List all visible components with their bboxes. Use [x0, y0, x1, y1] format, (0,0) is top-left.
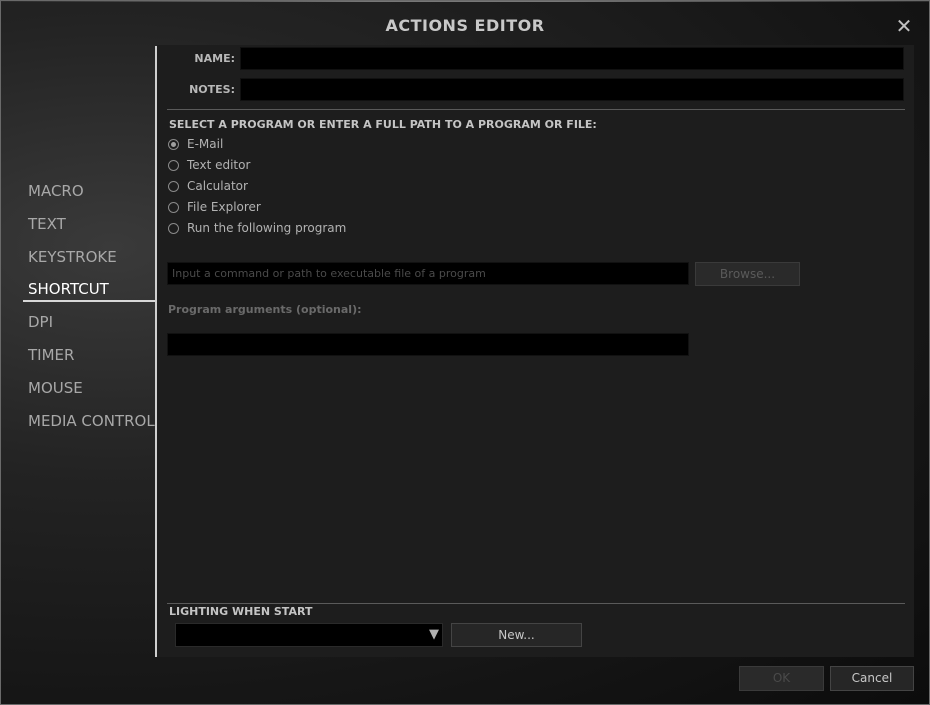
- radio-text-editor[interactable]: Text editor: [168, 157, 250, 173]
- window-top-border: [1, 1, 929, 2]
- lighting-label: LIGHTING WHEN START: [169, 605, 313, 618]
- radio-label-run-program: Run the following program: [187, 221, 347, 235]
- program-arguments-input[interactable]: [167, 333, 689, 356]
- new-lighting-button[interactable]: New...: [451, 623, 582, 647]
- sidebar-item-timer[interactable]: TIMER: [28, 346, 74, 364]
- radio-calculator[interactable]: Calculator: [168, 178, 248, 194]
- sidebar-item-keystroke[interactable]: KEYSTROKE: [28, 248, 117, 266]
- radio-button[interactable]: [168, 222, 179, 234]
- radio-button[interactable]: [168, 201, 179, 213]
- sidebar-item-shortcut[interactable]: SHORTCUT: [28, 280, 109, 298]
- radio-label-email: E-Mail: [187, 137, 224, 151]
- radio-button-checked[interactable]: [168, 138, 179, 150]
- radio-label-file-explorer: File Explorer: [187, 200, 261, 214]
- sidebar-item-media-control[interactable]: MEDIA CONTROL: [28, 412, 155, 430]
- form-divider-bottom: [167, 603, 905, 604]
- chevron-down-icon: ▼: [429, 627, 439, 642]
- program-section-heading: SELECT A PROGRAM OR ENTER A FULL PATH TO…: [169, 118, 597, 131]
- ok-button[interactable]: OK: [739, 666, 824, 691]
- radio-file-explorer[interactable]: File Explorer: [168, 199, 261, 215]
- sidebar-item-macro[interactable]: MACRO: [28, 182, 84, 200]
- name-label: NAME:: [194, 52, 235, 65]
- actions-editor-window: ACTIONS EDITOR ✕ MACRO TEXT KEYSTROKE SH…: [0, 0, 930, 705]
- cancel-button[interactable]: Cancel: [830, 666, 914, 691]
- browse-button[interactable]: Browse...: [695, 262, 800, 286]
- close-icon[interactable]: ✕: [893, 15, 915, 37]
- radio-run-program[interactable]: Run the following program: [168, 220, 346, 236]
- program-arguments-label: Program arguments (optional):: [168, 303, 362, 316]
- name-input[interactable]: [240, 47, 904, 70]
- sidebar-item-dpi[interactable]: DPI: [28, 313, 53, 331]
- sidebar-active-underline: [23, 300, 156, 302]
- radio-label-text-editor: Text editor: [187, 158, 251, 172]
- radio-email[interactable]: E-Mail: [168, 136, 223, 152]
- radio-button[interactable]: [168, 180, 179, 192]
- notes-input[interactable]: [240, 78, 904, 101]
- form-divider-top: [167, 109, 905, 110]
- sidebar-item-mouse[interactable]: MOUSE: [28, 379, 83, 397]
- notes-label: NOTES:: [189, 83, 235, 96]
- lighting-select[interactable]: ▼: [175, 623, 443, 647]
- sidebar-item-text[interactable]: TEXT: [28, 215, 66, 233]
- radio-label-calculator: Calculator: [187, 179, 248, 193]
- command-path-input[interactable]: [167, 262, 689, 285]
- window-title: ACTIONS EDITOR: [385, 16, 545, 35]
- radio-button[interactable]: [168, 159, 179, 171]
